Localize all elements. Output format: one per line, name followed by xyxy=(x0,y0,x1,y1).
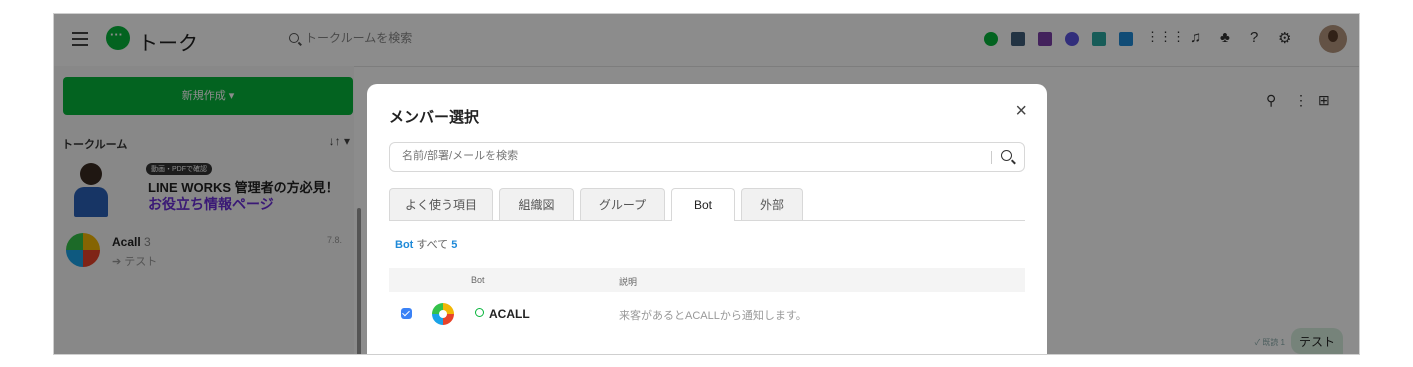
all-label: すべて xyxy=(416,239,449,251)
search-icon[interactable] xyxy=(1001,150,1012,161)
member-search-input[interactable] xyxy=(400,149,964,163)
bot-name: ACALL xyxy=(489,307,530,321)
tab-bar: よく使う項目 組織図 グループ Bot 外部 xyxy=(389,188,1025,221)
bot-count-header: Bot すべて 5 xyxy=(395,236,457,252)
row-checkbox[interactable] xyxy=(401,308,412,319)
bot-count: 5 xyxy=(451,239,458,251)
app-window: トーク トークルームを検索 ⋮⋮⋮ ♫ ♣ ? ⚙ 新規作成 ▾ トークルーム … xyxy=(53,13,1360,355)
dialog-title: メンバー選択 xyxy=(389,109,480,126)
table-row[interactable]: ACALL 来客があるとACALLから通知します。 xyxy=(389,300,1025,330)
member-select-dialog: メンバー選択 × よく使う項目 組織図 グループ Bot 外部 Bot すべて … xyxy=(367,84,1047,354)
tab-org-chart[interactable]: 組織図 xyxy=(499,188,574,220)
tab-bot[interactable]: Bot xyxy=(671,188,735,221)
bot-label: Bot xyxy=(395,239,414,251)
column-description: 説明 xyxy=(619,277,638,287)
bot-description: 来客があるとACALLから通知します。 xyxy=(619,310,807,322)
bot-badge-icon xyxy=(475,308,484,317)
acall-bot-icon xyxy=(432,303,454,325)
close-icon[interactable]: × xyxy=(1015,100,1027,123)
table-header: Bot 説明 xyxy=(389,268,1025,292)
column-bot: Bot xyxy=(471,275,485,285)
member-search xyxy=(389,142,1025,172)
tab-group[interactable]: グループ xyxy=(580,188,665,220)
tab-external[interactable]: 外部 xyxy=(741,188,803,220)
search-divider xyxy=(991,151,992,164)
tab-frequent[interactable]: よく使う項目 xyxy=(389,188,493,220)
